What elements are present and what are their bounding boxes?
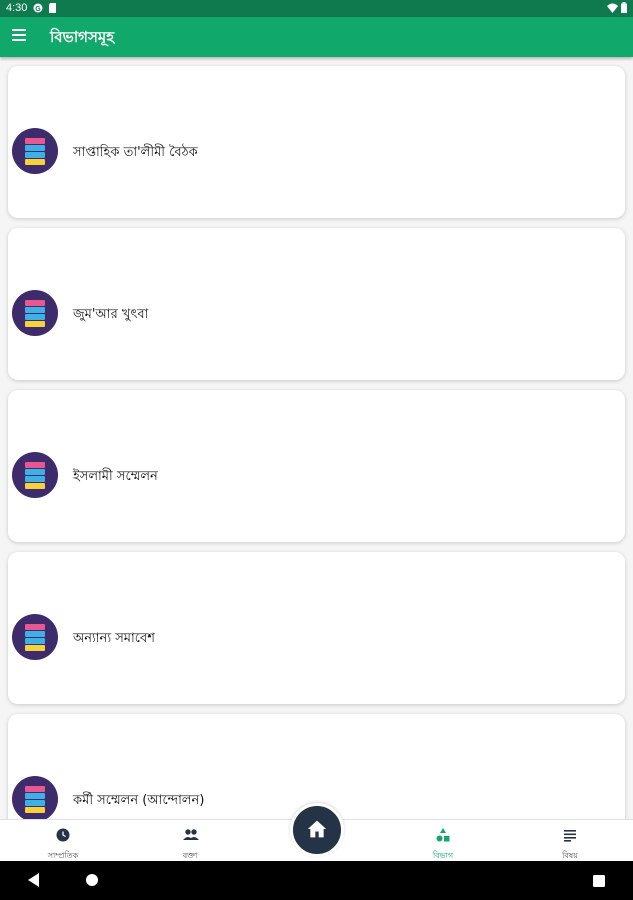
book-stack-icon [12, 128, 58, 174]
category-card[interactable]: ইসলামী সম্মেলন [8, 390, 625, 542]
book-stack-icon [12, 614, 58, 660]
category-card[interactable]: সাপ্তাহিক তা'লীমী বৈঠক [8, 66, 625, 218]
clock-icon [56, 827, 70, 842]
recents-icon[interactable] [593, 872, 605, 891]
page-title: বিভাগসমূহ [50, 28, 115, 46]
people-icon [183, 827, 199, 841]
list-icon [563, 827, 577, 842]
status-bar: 4:30 G [0, 0, 633, 17]
status-time: 4:30 [6, 2, 28, 14]
sd-card-icon [48, 3, 58, 13]
wifi-icon [607, 3, 618, 16]
category-label: ইসলামী সম্মেলন [73, 469, 158, 484]
category-label: জুম'আর খুৎবা [73, 307, 149, 322]
nav-label: সাম্প্রতিক [47, 851, 79, 860]
g-icon: G [33, 3, 43, 13]
category-list[interactable]: সাপ্তাহিক তা'লীমী বৈঠক জুম'আর খুৎবা ইসলা… [0, 57, 633, 819]
nav-item-recent[interactable]: সাম্প্রতিক [8, 820, 118, 862]
nav-label: বক্তা [182, 851, 198, 860]
category-label: অন্যান্য সমাবেশ [73, 631, 155, 646]
book-stack-icon [12, 776, 58, 819]
home-button[interactable] [290, 803, 344, 857]
system-nav-bar [0, 861, 633, 900]
book-stack-icon [12, 452, 58, 498]
battery-icon [621, 2, 627, 16]
nav-label: বিষয় [562, 851, 578, 860]
category-label: কর্মী সম্মেলন (আন্দোলন) [73, 793, 205, 808]
book-stack-icon [12, 290, 58, 336]
category-card[interactable]: জুম'আর খুৎবা [8, 228, 625, 380]
status-right-icons [607, 2, 627, 16]
nav-label: বিভাগ [432, 851, 454, 860]
hamburger-icon[interactable] [12, 29, 28, 45]
nav-item-speakers[interactable]: বক্তা [135, 820, 245, 862]
category-label: সাপ্তাহিক তা'লীমী বৈঠক [73, 145, 198, 160]
back-icon[interactable] [28, 872, 40, 891]
svg-text:G: G [35, 6, 41, 13]
home-icon [307, 820, 327, 838]
nav-item-topics[interactable]: বিষয় [515, 820, 625, 862]
nav-item-categories[interactable]: বিভাগ [388, 820, 498, 862]
app-bar: বিভাগসমূহ [0, 17, 633, 57]
category-card[interactable]: অন্যান্য সমাবেশ [8, 552, 625, 704]
shapes-icon [436, 827, 450, 842]
home-circle-icon[interactable] [85, 872, 99, 891]
